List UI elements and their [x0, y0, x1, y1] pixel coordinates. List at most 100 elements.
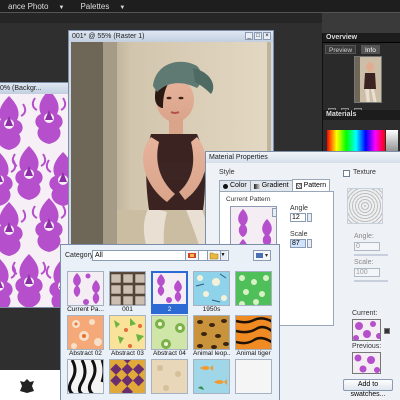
- scale-label: Scale: [290, 231, 308, 238]
- angle-label: Angle: [290, 205, 308, 212]
- previous-pattern-swatch: [353, 353, 380, 373]
- style-label: Style: [219, 169, 235, 176]
- tab-gradient[interactable]: Gradient: [249, 180, 293, 191]
- texture-scale-slider[interactable]: [354, 280, 388, 282]
- damask-pattern: [0, 94, 69, 307]
- beige-pattern-thumb: [152, 360, 187, 393]
- chevron-down-icon: ▼: [58, 4, 65, 11]
- menu-photo[interactable]: ance Photo ▼: [0, 2, 72, 11]
- keys-pattern-thumb: [110, 272, 145, 305]
- pattern-item-label: Current Pa...: [67, 306, 104, 313]
- chevron-down-icon: ▼: [119, 4, 126, 11]
- tiger-pattern-thumb: [236, 316, 271, 349]
- overview-thumbnail[interactable]: [354, 56, 382, 103]
- add-to-swatches-button[interactable]: Add to swatches...: [343, 379, 393, 398]
- picker-header: Category: All ▼: [61, 245, 279, 267]
- menu-bar: ance Photo ▼ Palettes ▼: [0, 0, 400, 13]
- overview-title: Overview: [323, 33, 400, 43]
- damask-pattern-thumb: [153, 273, 186, 304]
- pattern-icon: [295, 182, 302, 189]
- color-icon: [223, 183, 228, 189]
- pattern-item-label: [193, 394, 230, 400]
- current-pattern-swatch: [353, 320, 380, 340]
- pattern-item-label: [109, 394, 146, 400]
- materials-title: Materials: [323, 110, 400, 120]
- pattern-item-label: Abstract 02: [69, 350, 102, 357]
- texture-checkbox[interactable]: [343, 170, 350, 177]
- texture-scale-label: Scale:: [354, 259, 374, 266]
- previous-swatch[interactable]: [352, 352, 381, 374]
- green-dots-pattern-thumb: [236, 272, 271, 305]
- leopard-pattern-thumb: [194, 316, 229, 349]
- abstract03-pattern-thumb: [110, 316, 145, 349]
- current-swatch: [352, 319, 381, 341]
- pattern-item[interactable]: Animal tiger: [235, 315, 272, 357]
- pattern-item[interactable]: 1950s: [193, 271, 230, 313]
- pattern-item[interactable]: Abstract 03: [109, 315, 146, 357]
- pattern-dropdown-arrow[interactable]: [272, 208, 277, 217]
- texture-scale-input[interactable]: 100: [354, 268, 380, 277]
- fish-pattern-thumb: [194, 360, 229, 393]
- pattern-picker-popup: Category: All ▼ Current Pa... 001 2 1950…: [60, 244, 280, 400]
- current-pattern-label: Current Pattern: [226, 196, 271, 203]
- texture-angle-slider[interactable]: [354, 254, 388, 256]
- angle-input[interactable]: 12: [290, 213, 306, 222]
- pattern-item[interactable]: [109, 359, 146, 400]
- scale-input[interactable]: 87: [290, 239, 306, 248]
- toolbar-strip: [0, 13, 322, 23]
- texture-angle-input[interactable]: 0: [354, 242, 380, 251]
- close-icon[interactable]: ×: [263, 32, 271, 40]
- view-mode-button[interactable]: [253, 250, 271, 261]
- folder-button[interactable]: [207, 250, 221, 261]
- window-title: 0% (Backgr...: [0, 83, 69, 94]
- tab-pattern[interactable]: Pattern: [291, 179, 331, 191]
- scale-spinner[interactable]: [307, 239, 312, 248]
- pattern-item-label: [67, 394, 104, 400]
- checker-pattern-thumb: [110, 360, 145, 393]
- damask-canvas[interactable]: [0, 94, 69, 307]
- texture-preview[interactable]: [347, 188, 383, 224]
- window-title: 001* @ 55% (Raster 1): [69, 31, 273, 42]
- overview-panel: Overview Preview Info: [322, 33, 400, 116]
- camera-icon[interactable]: [384, 328, 390, 334]
- pattern-item[interactable]: Abstract 02: [67, 315, 104, 357]
- tab-preview[interactable]: Preview: [325, 45, 357, 54]
- pattern-item[interactable]: Abstract 04: [151, 315, 188, 357]
- pattern-item-label: Abstract 03: [111, 350, 144, 357]
- grid-options-icon: [188, 253, 196, 258]
- pattern-item[interactable]: [235, 359, 272, 400]
- pattern-item-label: Animal leop...: [193, 350, 230, 357]
- dialog-title: Material Properties: [206, 152, 400, 163]
- tab-info[interactable]: Info: [361, 45, 380, 54]
- menu-palettes[interactable]: Palettes ▼: [72, 2, 133, 11]
- pattern-options-button[interactable]: [185, 250, 199, 261]
- thumbnail-image: [355, 57, 381, 102]
- abstract04-pattern-thumb: [152, 316, 187, 349]
- pattern-item-label: 001: [122, 306, 133, 313]
- pattern-item-selected[interactable]: 2: [151, 271, 188, 314]
- pattern-item[interactable]: Animal leop...: [193, 315, 230, 357]
- pattern-item-label: [235, 394, 272, 400]
- folder-icon: [209, 252, 219, 260]
- maximize-icon[interactable]: □: [254, 32, 262, 40]
- fifties-pattern-thumb: [194, 272, 229, 305]
- tab-color[interactable]: Color: [219, 180, 251, 191]
- window-buttons: _ □ ×: [245, 32, 271, 40]
- crest-icon: [20, 379, 34, 393]
- abstract02-pattern-thumb: [68, 316, 103, 349]
- zebra-pattern-thumb: [68, 360, 103, 393]
- pattern-item[interactable]: [67, 359, 104, 400]
- pattern-item[interactable]: [151, 359, 188, 400]
- pattern-item[interactable]: [235, 271, 272, 313]
- view-list-icon: [256, 253, 268, 258]
- pattern-item[interactable]: [193, 359, 230, 400]
- pattern-item-label: Animal tiger: [236, 350, 271, 357]
- current-label: Current:: [352, 310, 378, 317]
- minimize-icon[interactable]: _: [245, 32, 253, 40]
- pattern-item[interactable]: Current Pa...: [67, 271, 104, 313]
- pattern-item-label: 1950s: [202, 306, 221, 313]
- angle-spinner[interactable]: [307, 213, 312, 222]
- pattern-item-label: Abstract 04: [153, 350, 186, 357]
- texture-label: Texture: [353, 169, 376, 176]
- pattern-item[interactable]: 001: [109, 271, 146, 313]
